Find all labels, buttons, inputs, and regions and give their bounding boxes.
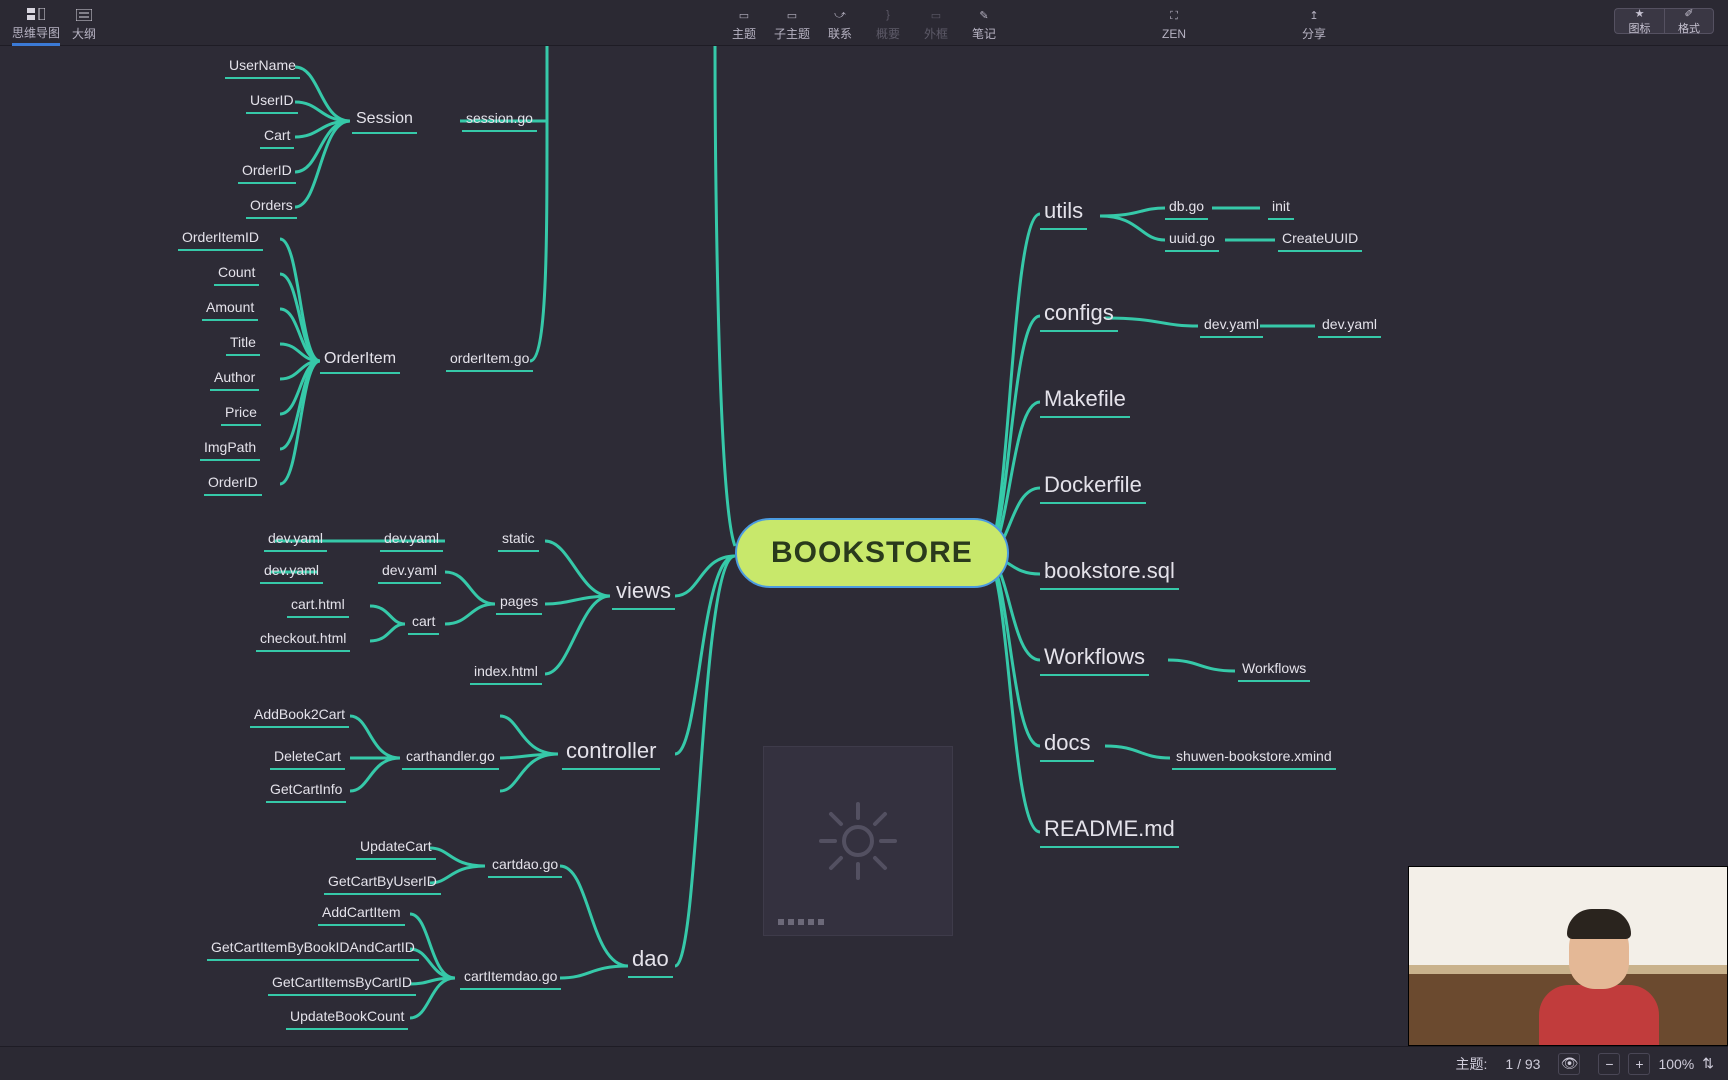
btn-subtopic[interactable]: ▭子主题 bbox=[768, 0, 816, 46]
node-utils[interactable]: utils bbox=[1040, 196, 1087, 230]
node-configs-val[interactable]: dev.yaml bbox=[1318, 314, 1381, 338]
btn-summary[interactable]: }概要 bbox=[864, 0, 912, 46]
node-session-child-0[interactable]: UserName bbox=[225, 55, 300, 79]
node-deletecart[interactable]: DeleteCart bbox=[270, 746, 345, 770]
node-addbook2cart[interactable]: AddBook2Cart bbox=[250, 704, 349, 728]
star-icon: ★ bbox=[1635, 7, 1645, 20]
btn-topic[interactable]: ▭主题 bbox=[720, 0, 768, 46]
zoom-out-button[interactable]: − bbox=[1598, 1053, 1620, 1075]
node-orderitem-c0[interactable]: OrderItemID bbox=[178, 227, 263, 251]
node-sql[interactable]: bookstore.sql bbox=[1040, 556, 1179, 590]
node-dao[interactable]: dao bbox=[628, 944, 673, 978]
root-node[interactable]: BOOKSTORE bbox=[735, 518, 1009, 588]
node-pages-devc[interactable]: dev.yaml bbox=[378, 560, 441, 584]
subtopic-icon: ▭ bbox=[787, 7, 797, 23]
zoom-stepper-icon[interactable]: ⇅ bbox=[1702, 1055, 1714, 1072]
node-cartdao[interactable]: cartdao.go bbox=[488, 854, 562, 878]
node-uuid-go[interactable]: uuid.go bbox=[1165, 228, 1219, 252]
node-orderitem-c5[interactable]: Price bbox=[221, 402, 261, 426]
status-bar: 主题: 1 / 93 👁 − + 100% ⇅ bbox=[0, 1046, 1728, 1080]
share-icon: ↥ bbox=[1309, 7, 1318, 23]
node-getcartbyuserid[interactable]: GetCartByUserID bbox=[324, 871, 441, 895]
node-cartitemdao[interactable]: cartItemdao.go bbox=[460, 966, 561, 990]
node-carthandler[interactable]: carthandler.go bbox=[402, 746, 499, 770]
node-readme[interactable]: README.md bbox=[1040, 814, 1179, 848]
node-db-go[interactable]: db.go bbox=[1165, 196, 1208, 220]
node-session[interactable]: Session bbox=[352, 108, 417, 134]
node-init[interactable]: init bbox=[1268, 196, 1294, 220]
mindmap-canvas[interactable]: BOOKSTORE utils db.go init uuid.go Creat… bbox=[0, 46, 1728, 1046]
node-static[interactable]: static bbox=[498, 528, 539, 552]
node-docs[interactable]: docs bbox=[1040, 728, 1094, 762]
node-orderitem-c4[interactable]: Author bbox=[210, 367, 259, 391]
node-controller[interactable]: controller bbox=[562, 736, 660, 770]
webcam-overlay bbox=[1408, 866, 1728, 1046]
zoom-in-button[interactable]: + bbox=[1628, 1053, 1650, 1075]
node-checkout-html[interactable]: checkout.html bbox=[256, 628, 350, 652]
node-updatebookcount[interactable]: UpdateBookCount bbox=[286, 1006, 408, 1030]
btn-boundary[interactable]: ▭外框 bbox=[912, 0, 960, 46]
relation-icon: ⤻ bbox=[834, 7, 846, 23]
node-index-html[interactable]: index.html bbox=[470, 661, 542, 685]
node-getcartinfo[interactable]: GetCartInfo bbox=[266, 779, 346, 803]
node-createuuid[interactable]: CreateUUID bbox=[1278, 228, 1362, 252]
btn-share[interactable]: ↥分享 bbox=[1290, 0, 1338, 46]
node-getcartitembybookid[interactable]: GetCartItemByBookIDAndCartID bbox=[207, 937, 419, 961]
node-workflows[interactable]: Workflows bbox=[1040, 642, 1149, 676]
node-orderitem-c1[interactable]: Count bbox=[214, 262, 259, 286]
node-workflows-child[interactable]: Workflows bbox=[1238, 658, 1310, 682]
tab-outline-label: 大纲 bbox=[72, 25, 96, 42]
node-orderitem-c6[interactable]: ImgPath bbox=[200, 437, 260, 461]
boundary-icon: ▭ bbox=[931, 7, 941, 23]
node-static-devb[interactable]: dev.yaml bbox=[264, 528, 327, 552]
outline-icon bbox=[76, 7, 92, 23]
mindmap-icon bbox=[27, 6, 45, 22]
summary-icon: } bbox=[886, 7, 890, 23]
btn-note[interactable]: ✎笔记 bbox=[960, 0, 1008, 46]
tab-mindmap[interactable]: 思维导图 bbox=[12, 0, 60, 46]
node-session-file[interactable]: session.go bbox=[462, 108, 537, 132]
node-getcartitemsbycartid[interactable]: GetCartItemsByCartID bbox=[268, 972, 416, 996]
node-views[interactable]: views bbox=[612, 576, 675, 610]
node-session-child-3[interactable]: OrderID bbox=[238, 160, 296, 184]
topic-icon: ▭ bbox=[739, 7, 749, 23]
node-orderitem-c7[interactable]: OrderID bbox=[204, 472, 262, 496]
node-static-deva[interactable]: dev.yaml bbox=[380, 528, 443, 552]
node-orderitem[interactable]: OrderItem bbox=[320, 348, 400, 374]
btn-relation[interactable]: ⤻联系 bbox=[816, 0, 864, 46]
node-session-child-2[interactable]: Cart bbox=[260, 125, 294, 149]
note-icon: ✎ bbox=[979, 7, 988, 23]
btn-zen[interactable]: ⛶ZEN bbox=[1150, 0, 1198, 46]
node-configs[interactable]: configs bbox=[1040, 298, 1118, 332]
status-topic-count: 1 / 93 bbox=[1505, 1056, 1540, 1072]
toggle-visibility[interactable]: 👁 bbox=[1558, 1053, 1580, 1075]
node-cart-html[interactable]: cart.html bbox=[287, 594, 349, 618]
sun-icon bbox=[813, 796, 903, 886]
status-topic-label: 主题: bbox=[1456, 1054, 1488, 1074]
node-pages[interactable]: pages bbox=[496, 591, 542, 615]
node-updatecart[interactable]: UpdateCart bbox=[356, 836, 436, 860]
zoom-value: 100% bbox=[1658, 1056, 1694, 1072]
brush-icon: ✐ bbox=[1684, 7, 1693, 20]
node-dockerfile[interactable]: Dockerfile bbox=[1040, 470, 1146, 504]
node-configs-file[interactable]: dev.yaml bbox=[1200, 314, 1263, 338]
node-orderitem-c2[interactable]: Amount bbox=[202, 297, 258, 321]
node-cart[interactable]: cart bbox=[408, 611, 439, 635]
tab-outline[interactable]: 大纲 bbox=[60, 0, 108, 46]
node-session-child-1[interactable]: UserID bbox=[246, 90, 298, 114]
node-orderitem-file[interactable]: orderItem.go bbox=[446, 348, 533, 372]
node-session-child-4[interactable]: Orders bbox=[246, 195, 297, 219]
node-addcartitem[interactable]: AddCartItem bbox=[318, 902, 405, 926]
node-docs-child[interactable]: shuwen-bookstore.xmind bbox=[1172, 746, 1336, 770]
node-orderitem-c3[interactable]: Title bbox=[226, 332, 260, 356]
node-pages-devd[interactable]: dev.yaml bbox=[260, 560, 323, 584]
toolbar: 思维导图 大纲 ▭主题 ▭子主题 ⤻联系 }概要 ▭外框 ✎笔记 ⛶ZEN ↥分… bbox=[0, 0, 1728, 46]
btn-icons-panel[interactable]: ★图标 bbox=[1614, 8, 1664, 34]
btn-format-panel[interactable]: ✐格式 bbox=[1664, 8, 1714, 34]
node-makefile[interactable]: Makefile bbox=[1040, 384, 1130, 418]
tab-mindmap-label: 思维导图 bbox=[12, 24, 60, 41]
zen-icon: ⛶ bbox=[1170, 9, 1178, 25]
theme-thumbnail bbox=[763, 746, 953, 936]
